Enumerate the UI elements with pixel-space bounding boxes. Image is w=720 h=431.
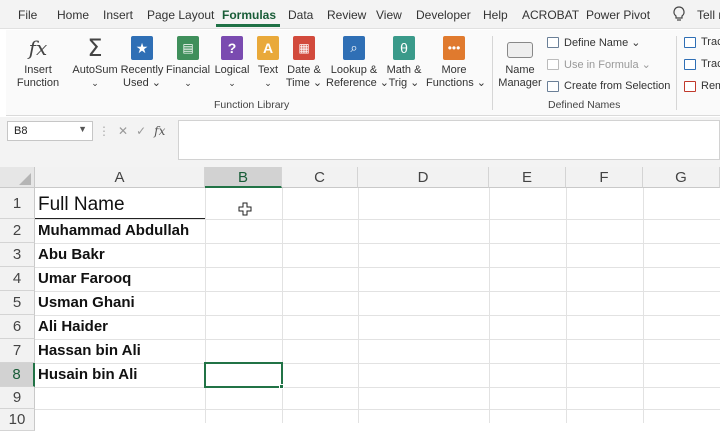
autosum-button[interactable]: Σ AutoSum ⌄ <box>72 36 118 90</box>
trace-dependents-button[interactable]: Trac <box>684 58 720 70</box>
cell-a1[interactable]: Full Name <box>35 188 205 219</box>
fill-handle[interactable] <box>279 384 284 389</box>
math-trig-button[interactable]: θ Math & Trig ⌄ <box>384 36 424 90</box>
create-from-selection-button[interactable]: Create from Selection <box>547 80 670 92</box>
group-separator <box>492 36 493 110</box>
insert-function-button[interactable]: fx Insert Function <box>16 36 60 90</box>
function-library-label: Function Library <box>214 99 290 111</box>
magnifier-book-icon: ⌕ <box>343 36 365 60</box>
cell-a5[interactable]: Usman Ghani <box>35 291 205 315</box>
select-all-corner[interactable] <box>0 167 35 188</box>
grid-selection-icon <box>547 80 559 92</box>
column-header-a[interactable]: A <box>35 167 205 188</box>
cell-a6[interactable]: Ali Haider <box>35 315 205 339</box>
menu-bar: File Home Insert Page Layout Formulas Da… <box>0 0 720 29</box>
use-in-formula-button[interactable]: Use in Formula ⌄ <box>547 58 651 71</box>
cell-cursor-icon <box>238 202 252 216</box>
name-box[interactable]: B8 ▼ <box>7 121 93 141</box>
cancel-icon[interactable]: ✕ <box>118 124 128 138</box>
formula-input[interactable] <box>178 120 720 160</box>
row-header-5[interactable]: 5 <box>0 291 35 315</box>
lookup-reference-button[interactable]: ⌕ Lookup & Reference ⌄ <box>326 36 389 90</box>
row-header-9[interactable]: 9 <box>0 387 35 409</box>
lightbulb-icon[interactable] <box>672 6 686 22</box>
enter-icon[interactable]: ✓ <box>136 124 146 138</box>
menu-page-layout[interactable]: Page Layout <box>147 8 214 22</box>
calendar-book-icon: ▦ <box>293 36 315 60</box>
column-header-g[interactable]: G <box>643 167 720 188</box>
trace-arrow-icon <box>684 36 696 48</box>
cell-a3[interactable]: Abu Bakr <box>35 243 205 267</box>
remove-arrows-button[interactable]: Rem <box>684 80 720 92</box>
more-functions-button[interactable]: ••• More Functions ⌄ <box>426 36 486 90</box>
row-header-1[interactable]: 1 <box>0 188 35 219</box>
column-header-b[interactable]: B <box>205 167 282 188</box>
column-header-c[interactable]: C <box>282 167 358 188</box>
trace-precedents-button[interactable]: Trac <box>684 36 720 48</box>
financial-button[interactable]: ▤ Financial ⌄ <box>166 36 210 90</box>
date-time-button[interactable]: ▦ Date & Time ⌄ <box>284 36 324 90</box>
text-book-icon: A <box>257 36 279 60</box>
more-options-icon: ⋮ <box>98 124 110 138</box>
cell-a2[interactable]: Muhammad Abdullah <box>35 219 205 243</box>
active-tab-indicator <box>216 24 280 27</box>
defined-names-label: Defined Names <box>548 99 621 111</box>
tag-icon <box>547 37 559 48</box>
menu-review[interactable]: Review <box>327 8 366 22</box>
menu-insert[interactable]: Insert <box>103 8 133 22</box>
fx-icon: fx <box>28 36 48 60</box>
sigma-icon: Σ <box>87 34 103 62</box>
more-book-icon: ••• <box>443 36 465 60</box>
group-separator <box>676 36 677 110</box>
tags-icon <box>507 42 533 58</box>
remove-arrows-icon <box>684 80 696 92</box>
cell-a4[interactable]: Umar Farooq <box>35 267 205 291</box>
row-header-10[interactable]: 10 <box>0 409 35 431</box>
active-cell-b8[interactable] <box>204 362 283 388</box>
column-header-f[interactable]: F <box>566 167 643 188</box>
row-header-3[interactable]: 3 <box>0 243 35 267</box>
star-book-icon: ★ <box>131 36 153 60</box>
cell-a8[interactable]: Husain bin Ali <box>35 363 205 387</box>
menu-acrobat[interactable]: ACROBAT <box>522 8 579 22</box>
cell-a7[interactable]: Hassan bin Ali <box>35 339 205 363</box>
define-name-button[interactable]: Define Name ⌄ <box>547 36 640 49</box>
logical-button[interactable]: ? Logical ⌄ <box>212 36 252 90</box>
menu-home[interactable]: Home <box>57 8 89 22</box>
column-header-d[interactable]: D <box>358 167 489 188</box>
question-book-icon: ? <box>221 36 243 60</box>
column-header-e[interactable]: E <box>489 167 566 188</box>
menu-formulas[interactable]: Formulas <box>222 8 276 22</box>
financial-icon: ▤ <box>177 36 199 60</box>
spreadsheet-grid: A B C D E F G 1 2 3 4 5 6 7 8 9 10 Full … <box>0 167 720 431</box>
row-header-2[interactable]: 2 <box>0 219 35 243</box>
select-all-icon <box>19 173 31 185</box>
theta-book-icon: θ <box>393 36 415 60</box>
row-header-7[interactable]: 7 <box>0 339 35 363</box>
menu-view[interactable]: View <box>376 8 402 22</box>
menu-help[interactable]: Help <box>483 8 508 22</box>
chevron-down-icon[interactable]: ▼ <box>78 124 87 134</box>
row-header-8[interactable]: 8 <box>0 363 35 387</box>
text-button[interactable]: A Text ⌄ <box>254 36 282 90</box>
name-manager-button[interactable]: Name Manager <box>498 36 542 90</box>
row-header-4[interactable]: 4 <box>0 267 35 291</box>
recently-used-button[interactable]: ★ Recently Used ⌄ <box>120 36 164 90</box>
menu-power-pivot[interactable]: Power Pivot <box>586 8 650 22</box>
row-header-6[interactable]: 6 <box>0 315 35 339</box>
insert-function-icon[interactable]: fx <box>154 124 165 138</box>
formula-buttons: ⋮ ✕ ✓ fx <box>98 121 172 141</box>
trace-arrow-icon <box>684 58 696 70</box>
menu-developer[interactable]: Developer <box>416 8 471 22</box>
menu-tell-me[interactable]: Tell m <box>697 8 720 22</box>
menu-file[interactable]: File <box>18 8 37 22</box>
ribbon: fx Insert Function Σ AutoSum ⌄ ★ Recentl… <box>6 30 720 116</box>
formula-tag-icon <box>547 59 559 70</box>
menu-data[interactable]: Data <box>288 8 313 22</box>
